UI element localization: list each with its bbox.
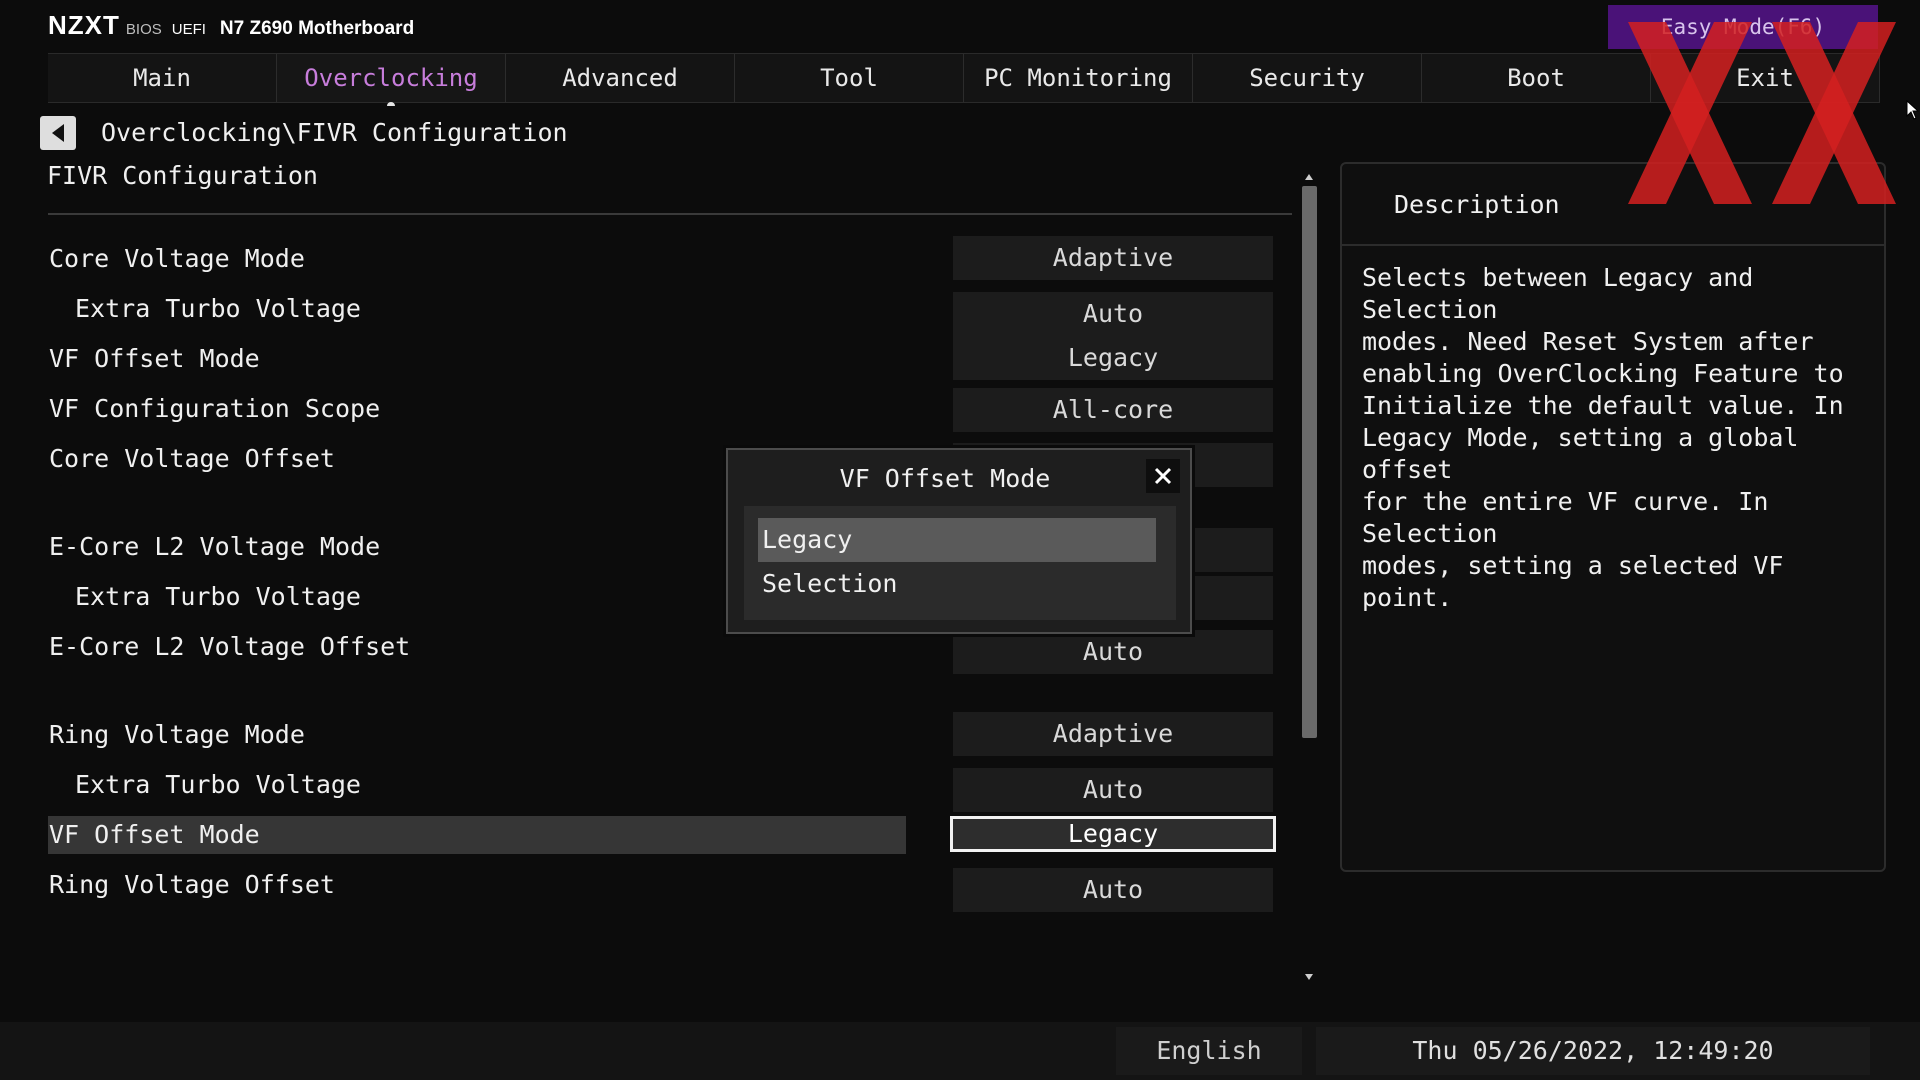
popup-close-button[interactable]	[1146, 459, 1180, 493]
tab-overclocking[interactable]: Overclocking	[277, 54, 506, 102]
setting-label[interactable]: VF Configuration Scope	[49, 394, 380, 423]
main-tabs: Main Overclocking Advanced Tool PC Monit…	[48, 53, 1880, 103]
setting-label[interactable]: Extra Turbo Voltage	[75, 770, 361, 799]
tab-pc-monitoring[interactable]: PC Monitoring	[964, 54, 1193, 102]
setting-label[interactable]: Extra Turbo Voltage	[75, 582, 361, 611]
page-title: FIVR Configuration	[47, 161, 318, 190]
vf-offset-mode-popup: VF Offset Mode Legacy Selection	[726, 448, 1192, 634]
setting-label-selected[interactable]: VF Offset Mode	[49, 820, 260, 849]
setting-value[interactable]: Auto	[953, 630, 1273, 674]
nzxt-logo: NZXT	[48, 10, 120, 40]
language-selector[interactable]: English	[1116, 1027, 1302, 1075]
tab-tool[interactable]: Tool	[735, 54, 964, 102]
setting-value[interactable]: Auto	[953, 868, 1273, 912]
setting-label[interactable]: Ring Voltage Offset	[49, 870, 335, 899]
back-button[interactable]	[40, 116, 76, 150]
brand: NZXT BIOS UEFI N7 Z690 Motherboard	[48, 10, 414, 41]
motherboard-model: N7 Z690 Motherboard	[219, 18, 415, 39]
description-title: Description	[1394, 190, 1560, 219]
divider	[48, 213, 1292, 215]
setting-label[interactable]: E-Core L2 Voltage Offset	[49, 632, 410, 661]
arrow-left-icon	[52, 124, 64, 142]
tab-main[interactable]: Main	[48, 54, 277, 102]
breadcrumb: Overclocking\FIVR Configuration	[101, 118, 568, 147]
description-panel: Description Selects between Legacy and S…	[1340, 162, 1886, 872]
scroll-up-icon[interactable]	[1305, 174, 1313, 180]
setting-value[interactable]: Auto	[953, 768, 1273, 812]
tab-boot[interactable]: Boot	[1422, 54, 1651, 102]
setting-label[interactable]: VF Offset Mode	[49, 344, 260, 373]
watermark-logo	[1628, 22, 1896, 204]
uefi-label: UEFI	[171, 21, 206, 38]
popup-options-list: Legacy Selection	[744, 506, 1176, 620]
setting-value[interactable]: All-core	[953, 388, 1273, 432]
popup-option-legacy[interactable]: Legacy	[758, 518, 1156, 562]
setting-value[interactable]: Legacy	[953, 336, 1273, 380]
close-icon	[1154, 467, 1172, 485]
scrollbar-thumb[interactable]	[1302, 186, 1317, 738]
setting-value[interactable]: Adaptive	[953, 236, 1273, 280]
bios-label: BIOS	[125, 21, 162, 38]
popup-title: VF Offset Mode	[839, 464, 1051, 493]
tab-advanced[interactable]: Advanced	[506, 54, 735, 102]
setting-label[interactable]: Core Voltage Mode	[49, 244, 305, 273]
date-time[interactable]: Thu 05/26/2022, 12:49:20	[1316, 1027, 1870, 1075]
tab-security[interactable]: Security	[1193, 54, 1422, 102]
setting-label[interactable]: E-Core L2 Voltage Mode	[49, 532, 380, 561]
setting-value-selected[interactable]: Legacy	[950, 816, 1276, 852]
popup-option-selection[interactable]: Selection	[758, 562, 1156, 606]
setting-label[interactable]: Ring Voltage Mode	[49, 720, 305, 749]
setting-label[interactable]: Extra Turbo Voltage	[75, 294, 361, 323]
description-text: Selects between Legacy and Selection mod…	[1362, 263, 1844, 612]
scrollbar[interactable]	[1300, 168, 1318, 984]
setting-label[interactable]: Core Voltage Offset	[49, 444, 335, 473]
mouse-cursor-icon	[1906, 100, 1920, 120]
scroll-down-icon[interactable]	[1305, 974, 1313, 980]
setting-value[interactable]: Adaptive	[953, 712, 1273, 756]
setting-value[interactable]: Auto	[953, 292, 1273, 336]
